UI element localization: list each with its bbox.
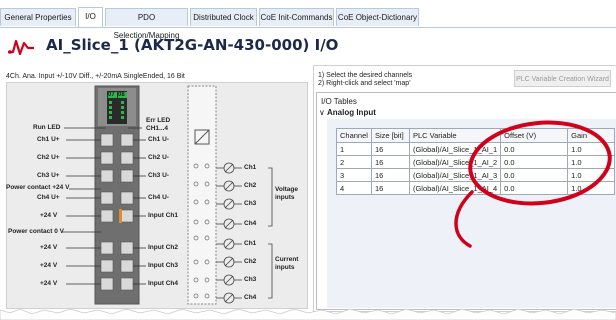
page-title: AI_Slice_1 (AKT2G-AN-430-000) I/O xyxy=(46,36,339,54)
plus24v-label-4: +24 V xyxy=(40,280,58,287)
power-contact-24v-label: Power contact +24 V xyxy=(6,184,70,191)
circuit-ch3-voltage-label: Ch3 xyxy=(244,200,257,207)
table-row[interactable]: 3 16 (Global)/AI_Slice_1_AI_3 0.0 1.0 xyxy=(336,168,616,182)
cell-offset[interactable]: 0.0 xyxy=(500,181,569,195)
ch1-u-minus-label: Ch1 U- xyxy=(148,136,169,143)
tab-bar-divider xyxy=(0,27,616,28)
circuit-ch4-voltage-label: Ch4 xyxy=(244,220,257,227)
cell-size[interactable]: 16 xyxy=(370,155,410,169)
input-ch1-label: Input Ch1 xyxy=(148,212,178,219)
power-contact-0v-label: Power contact 0 V xyxy=(8,228,64,235)
column-header-size[interactable]: Size [bit] xyxy=(370,128,410,143)
circuit-ch2-current-label: Ch2 xyxy=(244,258,257,265)
cell-channel[interactable]: 4 xyxy=(336,181,372,195)
cell-channel[interactable]: 3 xyxy=(336,168,372,182)
tab-bar: General Properties I/O PDO Selection/Map… xyxy=(0,7,616,40)
circuit-ch4-current-label: Ch4 xyxy=(244,294,257,301)
ch4-u-minus-label: Ch4 U- xyxy=(148,194,169,201)
table-header-row: Channel Size [bit] PLC Variable Offset (… xyxy=(336,128,616,143)
tab-io[interactable]: I/O xyxy=(78,7,103,27)
io-tables-label: I/O Tables xyxy=(321,97,357,106)
cell-offset[interactable]: 0.0 xyxy=(500,155,569,169)
tab-coe-init-commands[interactable]: CoE Init-Commands xyxy=(259,8,334,26)
voltage-inputs-label: Voltage xyxy=(275,186,298,193)
instruction-step-1: 1) Select the desired channels xyxy=(318,72,413,79)
led-label-08: 08 xyxy=(118,92,125,98)
table-row[interactable]: 4 16 (Global)/AI_Slice_1_AI_4 0.0 1.0 xyxy=(336,181,616,195)
column-header-gain[interactable]: Gain xyxy=(567,128,616,143)
instruction-step-2: 2) Right-click and select 'map' xyxy=(318,80,411,87)
cell-offset[interactable]: 0.0 xyxy=(500,168,569,182)
run-led-label: Run LED xyxy=(33,124,61,131)
ch2-u-minus-label: Ch2 U- xyxy=(148,154,169,161)
err-led-channels-label: CH1...4 xyxy=(146,125,169,132)
ch4-u-plus-label: Ch4 U+ xyxy=(37,194,60,201)
cell-plc-variable[interactable]: (Global)/AI_Slice_1_AI_2 xyxy=(408,155,502,169)
plus24v-label-1: +24 V xyxy=(40,212,58,219)
input-ch4-label: Input Ch4 xyxy=(148,280,178,287)
input-ch2-label: Input Ch2 xyxy=(148,244,178,251)
plus24v-label-2: +24 V xyxy=(40,244,58,251)
ch3-u-minus-label: Ch3 U- xyxy=(148,172,169,179)
tab-general-properties[interactable]: General Properties xyxy=(0,8,76,26)
io-table: Channel Size [bit] PLC Variable Offset (… xyxy=(336,128,616,195)
circuit-ch3-current-label: Ch3 xyxy=(244,276,257,283)
input-ch3-label: Input Ch3 xyxy=(148,262,178,269)
ch1-u-plus-label: Ch1 U+ xyxy=(37,136,60,143)
torn-edge xyxy=(0,308,616,320)
table-row[interactable]: 1 16 (Global)/AI_Slice_1_AI_1 0.0 1.0 xyxy=(336,142,616,156)
led-label-07: 07 xyxy=(108,92,115,98)
cell-size[interactable]: 16 xyxy=(370,181,410,195)
cell-channel[interactable]: 1 xyxy=(336,142,372,156)
chevron-down-icon[interactable]: ∨ xyxy=(319,108,327,117)
signal-wave-icon xyxy=(8,39,34,56)
cell-plc-variable[interactable]: (Global)/AI_Slice_1_AI_4 xyxy=(408,181,502,195)
cell-gain[interactable]: 1.0 xyxy=(567,142,616,156)
table-row[interactable]: 2 16 (Global)/AI_Slice_1_AI_2 0.0 1.0 xyxy=(336,155,616,169)
ch3-u-plus-label: Ch3 U+ xyxy=(37,172,60,179)
analog-input-group-header[interactable]: ∨ Analog Input xyxy=(319,108,376,117)
circuit-ch1-current-label: Ch1 xyxy=(244,240,257,247)
cell-channel[interactable]: 2 xyxy=(336,155,372,169)
cell-plc-variable[interactable]: (Global)/AI_Slice_1_AI_3 xyxy=(408,168,502,182)
column-header-offset[interactable]: Offset (V) xyxy=(500,128,569,143)
cell-offset[interactable]: 0.0 xyxy=(500,142,569,156)
current-inputs-label-2: inputs xyxy=(275,264,295,271)
circuit-ch2-voltage-label: Ch2 xyxy=(244,182,257,189)
current-inputs-label: Current xyxy=(275,256,299,263)
column-header-plc-variable[interactable]: PLC Variable xyxy=(408,128,502,143)
plc-variable-wizard-button[interactable]: PLC Variable Creation Wizard xyxy=(514,70,611,87)
cell-plc-variable[interactable]: (Global)/AI_Slice_1_AI_1 xyxy=(408,142,502,156)
column-header-channel[interactable]: Channel xyxy=(336,128,372,143)
tab-distributed-clock[interactable]: Distributed Clock xyxy=(190,8,257,26)
cell-size[interactable]: 16 xyxy=(370,142,410,156)
err-led-label: Err LED xyxy=(146,117,171,124)
voltage-inputs-label-2: inputs xyxy=(275,194,295,201)
tab-pdo-selection[interactable]: PDO Selection/Mapping xyxy=(105,8,188,40)
ch2-u-plus-label: Ch2 U+ xyxy=(37,154,60,161)
instructions: 1) Select the desired channels 2) Right-… xyxy=(318,72,412,88)
cell-gain[interactable]: 1.0 xyxy=(567,168,616,182)
circuit-ch1-voltage-label: Ch1 xyxy=(244,164,257,171)
device-description: 4Ch. Ana. Input +/-10V Diff., +/-20mA Si… xyxy=(6,73,185,80)
cell-gain[interactable]: 1.0 xyxy=(567,181,616,195)
cell-size[interactable]: 16 xyxy=(370,168,410,182)
analog-input-label: Analog Input xyxy=(327,108,376,117)
cell-gain[interactable]: 1.0 xyxy=(567,155,616,169)
plus24v-label-3: +24 V xyxy=(40,262,58,269)
tab-coe-object-dictionary[interactable]: CoE Object-Dictionary xyxy=(336,8,419,26)
